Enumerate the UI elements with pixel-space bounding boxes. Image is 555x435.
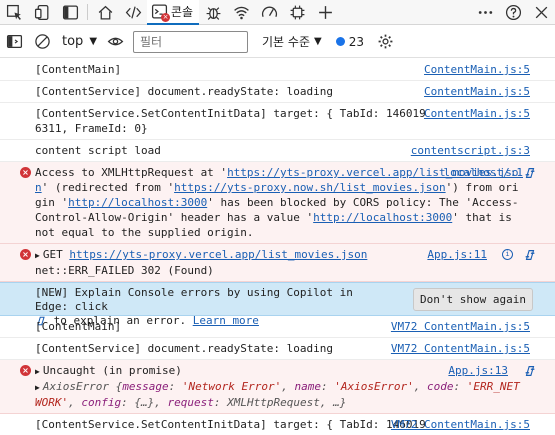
memory-chip-icon[interactable] [283, 0, 311, 25]
console-log-row: content script load contentscript.js:3 [0, 140, 555, 162]
log-levels-label: 기본 수준 [262, 35, 310, 49]
object-suffix: , …} [319, 396, 347, 409]
console-settings-gear-icon[interactable] [372, 27, 400, 57]
object-prefix: AxiosError { [42, 380, 123, 393]
console-error-row: × ▶ Uncaught (in promise) ▶ AxiosError {mes… [0, 360, 555, 414]
error-source-link[interactable]: App.js:13 [448, 363, 508, 378]
log-source-link[interactable]: VM72 ContentMain.js:5 [391, 319, 530, 334]
error-url-link[interactable]: https://yts-proxy.now.sh/list_movies.jso… [174, 181, 446, 194]
object-value: 'Network Error' [181, 380, 282, 393]
log-source-link[interactable]: VM72 ContentMain.js:5 [391, 417, 530, 432]
object-value: 'AxiosError' [334, 380, 414, 393]
issues-count: 23 [348, 34, 364, 49]
object-key: code [427, 380, 454, 393]
sources-bug-icon[interactable] [199, 0, 227, 25]
issues-counter[interactable]: 23 [335, 34, 364, 49]
log-source-link[interactable]: contentscript.js:3 [411, 143, 530, 158]
more-options-icon[interactable] [471, 0, 499, 25]
welcome-home-icon[interactable] [91, 0, 119, 25]
copilot-info-banner: [NEW] Explain Console errors by using Co… [0, 282, 555, 327]
devtools-tabbar: × 콘솔 [0, 0, 555, 25]
filter-placeholder: 필터 [140, 35, 163, 49]
console-error-badge: × [161, 12, 170, 22]
clear-console-icon[interactable] [28, 27, 56, 57]
device-emulation-icon[interactable] [28, 0, 56, 25]
performance-gauge-icon[interactable] [255, 0, 283, 25]
console-error-row: × Access to XMLHttpRequest at ' https://y… [0, 162, 555, 244]
more-tools-plus-icon[interactable] [311, 0, 339, 25]
get-url-link[interactable]: https://yts-proxy.vercel.app/list_movies… [69, 248, 367, 261]
object-key: config [81, 396, 122, 409]
console-log-row: [ContentService] document.readyState: lo… [0, 81, 555, 103]
live-expression-eye-icon[interactable] [101, 27, 129, 57]
console-log-row: [ContentService.SetContentInitData] targ… [0, 414, 555, 435]
tab-console-label: 콘솔 [171, 4, 194, 19]
expand-triangle-icon[interactable]: ▶ [35, 367, 40, 376]
log-source-link[interactable]: VM72 ContentMain.js:5 [391, 341, 530, 356]
toolbar-divider [87, 4, 88, 20]
banner-tag: [NEW] [35, 286, 69, 299]
issues-icon [335, 37, 345, 46]
object-key: request [167, 396, 214, 409]
elements-tab-icon[interactable] [119, 0, 147, 25]
tab-console[interactable]: × 콘솔 [147, 0, 200, 25]
help-icon[interactable] [499, 0, 527, 25]
log-source-link[interactable]: ContentMain.js:5 [424, 84, 530, 99]
object-key: message [122, 380, 169, 393]
chevron-down-icon: ▼ [314, 36, 322, 47]
context-selector[interactable]: top ▼ [58, 31, 101, 53]
error-url-link[interactable]: http://localhost:3000 [313, 211, 452, 224]
context-value: top [62, 34, 84, 49]
copilot-explain-icon[interactable] [523, 166, 537, 180]
error-source-link[interactable]: localhost/:1 [444, 165, 523, 180]
copilot-explain-icon[interactable] [523, 364, 537, 378]
console-log-row: [ContentService.SetContentInitData] targ… [0, 103, 555, 140]
object-value: XMLHttpRequest [227, 396, 320, 409]
inspect-element-icon[interactable] [0, 0, 28, 25]
expand-triangle-icon[interactable]: ▶ [35, 383, 40, 392]
copilot-explain-icon[interactable] [523, 248, 537, 262]
error-icon: × [20, 365, 31, 376]
banner-message: Explain Console errors by using Copilot … [35, 286, 353, 313]
error-text-part: Access to XMLHttpRequest at ' [35, 166, 228, 179]
network-info-icon[interactable]: i [502, 249, 513, 260]
console-error-row: × ▶ GET https://yts-proxy.vercel.app/list… [0, 244, 555, 282]
expand-triangle-icon[interactable]: ▶ [35, 251, 40, 260]
object-value: {…} [134, 396, 155, 409]
object-key: name [294, 380, 322, 393]
log-source-link[interactable]: ContentMain.js:5 [424, 62, 530, 77]
uncaught-title: Uncaught (in promise) [42, 364, 182, 377]
console-log-row: [ContentMain] ContentMain.js:5 [0, 59, 555, 81]
error-text-part: ' (redirected from ' [41, 181, 175, 194]
filter-input[interactable]: 필터 [133, 30, 249, 53]
log-levels-dropdown[interactable]: 기본 수준 ▼ [262, 33, 322, 50]
console-messages: [ContentMain] ContentMain.js:5 [ContentS… [0, 59, 555, 435]
error-source-link[interactable]: App.js:11 [427, 247, 487, 262]
log-source-link[interactable]: ContentMain.js:5 [424, 106, 530, 121]
get-method: GET [42, 248, 63, 261]
console-log-row: [ContentMain] VM72 ContentMain.js:5 [0, 316, 555, 338]
get-error-detail: net::ERR_FAILED 302 (Found) [35, 264, 214, 277]
error-icon: × [20, 167, 31, 178]
console-log-row: [ContentService] document.readyState: lo… [0, 338, 555, 360]
console-toolbar: top ▼ 필터 기본 수준 ▼ 23 [0, 26, 555, 58]
dont-show-again-button[interactable]: Don't show again [413, 288, 533, 311]
axios-error-object: AxiosError {message: 'Network Error', na… [35, 380, 520, 409]
close-devtools-icon[interactable] [527, 0, 555, 25]
error-icon: × [20, 249, 31, 260]
dock-side-icon[interactable] [56, 0, 84, 25]
chevron-down-icon: ▼ [89, 36, 98, 47]
sidebar-toggle-icon[interactable] [0, 27, 28, 57]
error-url-link[interactable]: http://localhost:3000 [68, 196, 207, 209]
network-wifi-icon[interactable] [227, 0, 255, 25]
